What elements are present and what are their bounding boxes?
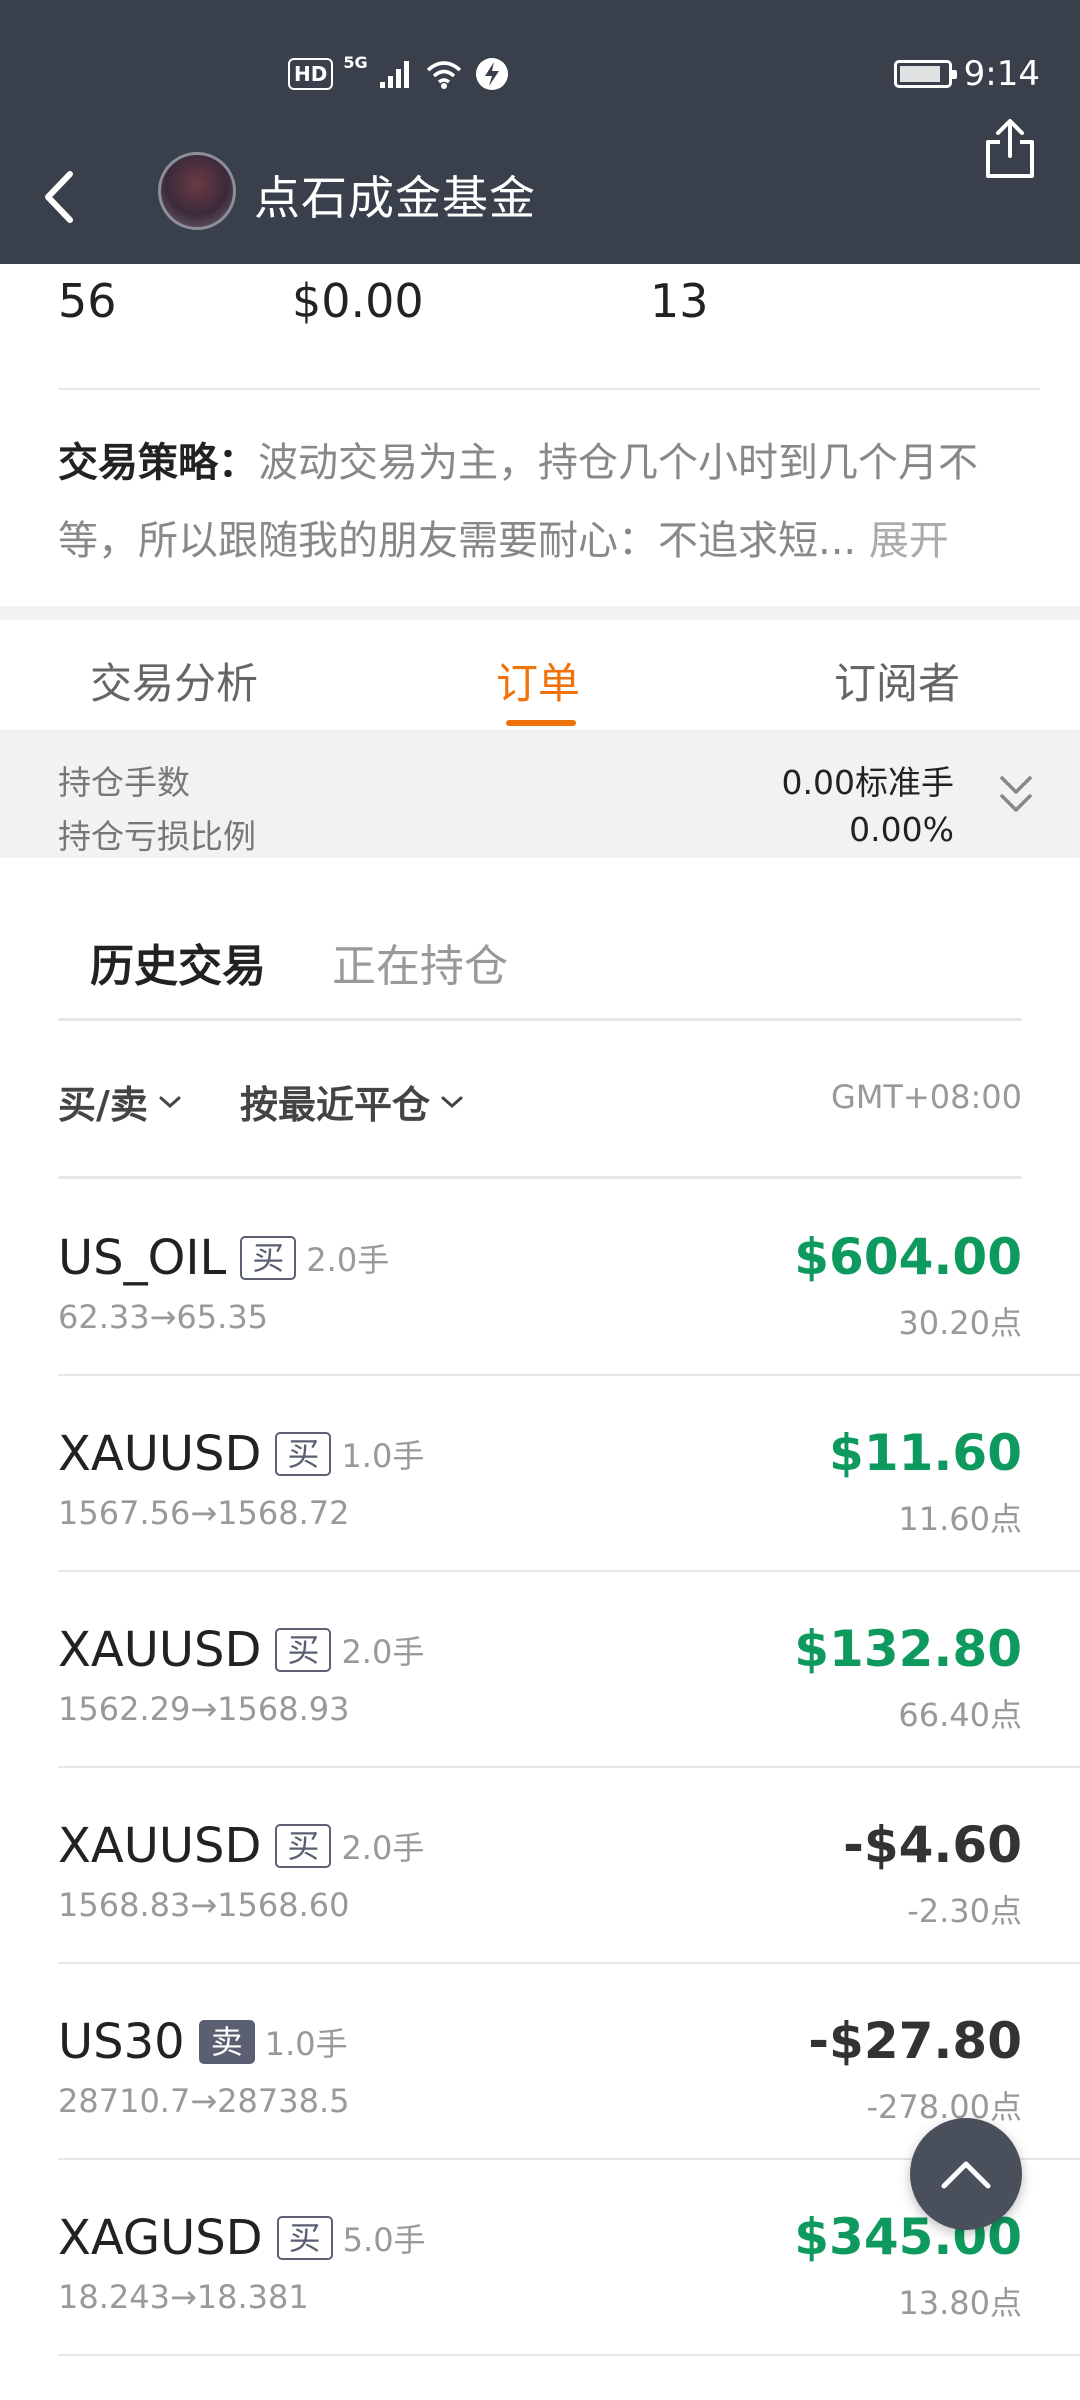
side-badge: 买 xyxy=(275,1628,332,1672)
row-divider xyxy=(58,2354,1080,2356)
trade-lots: 2.0手 xyxy=(341,1829,425,1867)
hd-indicator: HD xyxy=(288,58,334,90)
side-filter[interactable]: 买/卖 xyxy=(58,1074,182,1129)
trade-symbol: XAUUSD xyxy=(58,1622,262,1678)
trade-symbol: US_OIL xyxy=(58,1230,227,1286)
side-badge: 卖 xyxy=(198,2020,255,2064)
sort-filter[interactable]: 按最近平仓 xyxy=(240,1074,464,1129)
battery-icon xyxy=(893,60,957,88)
trade-row[interactable]: US_OIL 买 2.0手 62.33→65.35 $604.00 30.20点 xyxy=(0,1180,1080,1376)
trade-lots: 5.0手 xyxy=(342,2221,426,2259)
filter-bar: 买/卖 按最近平仓 GMT+08:00 xyxy=(0,1022,1080,1178)
strategy-label: 交易策略： xyxy=(58,440,258,486)
app-header: HD 5G 9:14 点石成金基金 xyxy=(0,0,1080,264)
sort-filter-label: 按最近平仓 xyxy=(240,1083,431,1127)
active-tab-indicator xyxy=(506,720,576,726)
trade-row[interactable]: XAUUSD 买 1.0手 1567.56→1568.72 $11.60 11.60… xyxy=(0,1376,1080,1572)
chevron-up-icon xyxy=(941,2161,991,2189)
signal-icon xyxy=(379,61,409,88)
chevron-down-icon xyxy=(441,1096,463,1108)
trade-row[interactable]: US30 卖 1.0手 28710.7→28738.5 -$27.80 -278.0… xyxy=(0,1964,1080,2160)
trade-prices: 1567.56→1568.72 xyxy=(58,1494,350,1532)
stat-value: 56 xyxy=(58,274,117,328)
trade-prices: 1568.83→1568.60 xyxy=(58,1886,350,1924)
trade-symbol: XAUUSD xyxy=(58,1818,262,1874)
section-gap xyxy=(0,606,1080,620)
tab-subscribers[interactable]: 订阅者 xyxy=(834,650,960,711)
stat-value: $0.00 xyxy=(292,274,424,328)
stats-row: 56 $0.00 13 xyxy=(0,270,1080,366)
trade-points: 30.20点 xyxy=(898,1304,1022,1342)
trade-points: 11.60点 xyxy=(898,1500,1022,1538)
trade-symbol: XAUUSD xyxy=(58,1426,262,1482)
trade-prices: 28710.7→28738.5 xyxy=(58,2082,350,2120)
tab-history-trades[interactable]: 历史交易 xyxy=(90,930,266,994)
network-type: 5G xyxy=(343,52,368,72)
expand-link[interactable]: 展开 xyxy=(869,518,949,564)
pl-ratio-value: 0.00% xyxy=(849,810,954,849)
divider xyxy=(58,1018,1022,1021)
trade-prices: 18.243→18.381 xyxy=(58,2278,309,2316)
trade-pnl: $604.00 xyxy=(794,1228,1022,1286)
trade-lots: 2.0手 xyxy=(306,1241,390,1279)
side-badge: 买 xyxy=(276,2216,333,2260)
trade-lots: 1.0手 xyxy=(264,2025,348,2063)
lots-value: 0.00标准手 xyxy=(781,763,954,802)
chevron-down-icon xyxy=(159,1096,181,1108)
avatar[interactable] xyxy=(158,152,236,230)
history-tabs: 历史交易 正在持仓 xyxy=(0,900,1080,1020)
position-summary: 持仓手数 持仓亏损比例 0.00标准手 0.00% xyxy=(0,730,1080,858)
trade-row[interactable]: XAUUSD 买 2.0手 1568.83→1568.60 -$4.60 -2.30… xyxy=(0,1768,1080,1964)
page-title: 点石成金基金 xyxy=(254,171,536,225)
side-filter-label: 买/卖 xyxy=(58,1083,148,1127)
side-badge: 买 xyxy=(240,1236,297,1280)
tab-orders[interactable]: 订单 xyxy=(496,650,580,711)
trade-row[interactable]: XAUUSD 买 2.0手 1562.29→1568.93 $132.80 66.4… xyxy=(0,1572,1080,1768)
side-badge: 买 xyxy=(275,1432,332,1476)
back-button[interactable] xyxy=(36,162,86,232)
trade-points: -2.30点 xyxy=(907,1892,1022,1930)
status-bar: HD 5G 9:14 xyxy=(0,52,1080,102)
side-badge: 买 xyxy=(275,1824,332,1868)
status-icons: HD 5G xyxy=(288,52,510,92)
trade-pnl: $132.80 xyxy=(794,1620,1022,1678)
wifi-icon xyxy=(426,61,461,89)
trade-pnl: -$27.80 xyxy=(808,2012,1022,2070)
trade-symbol: US30 xyxy=(58,2014,185,2070)
clock: 9:14 xyxy=(963,54,1040,94)
scroll-to-top-button[interactable] xyxy=(910,2118,1022,2230)
tab-analysis[interactable]: 交易分析 xyxy=(90,650,258,711)
app-notification-icon xyxy=(475,58,508,90)
trade-pnl: -$4.60 xyxy=(843,1816,1022,1874)
trade-points: 13.80点 xyxy=(898,2284,1022,2322)
trade-points: 66.40点 xyxy=(898,1696,1022,1734)
trade-prices: 62.33→65.35 xyxy=(58,1298,269,1336)
timezone-label: GMT+08:00 xyxy=(831,1078,1022,1116)
trade-prices: 1562.29→1568.93 xyxy=(58,1690,350,1728)
trade-lots: 2.0手 xyxy=(341,1633,425,1671)
status-right: 9:14 xyxy=(893,54,1040,94)
divider xyxy=(58,388,1040,390)
trade-pnl: $11.60 xyxy=(829,1424,1022,1482)
pl-ratio-label: 持仓亏损比例 xyxy=(58,817,256,856)
chevron-double-down-icon[interactable] xyxy=(998,770,1034,820)
main-tabs: 交易分析 订单 订阅者 xyxy=(0,620,1080,730)
stat-value: 13 xyxy=(650,274,709,328)
trade-symbol: XAGUSD xyxy=(58,2210,263,2266)
strategy-block[interactable]: 交易策略：波动交易为主，持仓几个小时到几个月不等，所以跟随我的朋友需要耐心：不追… xyxy=(58,424,1038,580)
share-icon[interactable] xyxy=(980,116,1040,182)
divider xyxy=(58,1176,1022,1179)
tab-open-positions[interactable]: 正在持仓 xyxy=(332,930,508,994)
lots-label: 持仓手数 xyxy=(58,763,190,802)
trade-lots: 1.0手 xyxy=(341,1437,425,1475)
